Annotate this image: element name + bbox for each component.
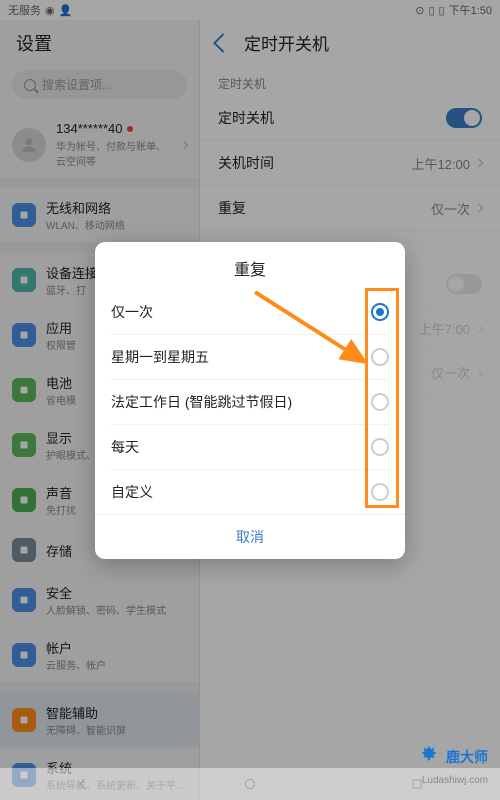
radio-option[interactable]: 每天 [111, 425, 389, 470]
radio-option[interactable]: 自定义 [111, 470, 389, 514]
dialog-title: 重复 [95, 242, 405, 290]
radio-label: 星期一到星期五 [111, 347, 209, 367]
watermark: 鹿大师 [416, 744, 488, 770]
radio-button[interactable] [371, 393, 389, 411]
radio-label: 法定工作日 (智能跳过节假日) [111, 392, 292, 412]
repeat-dialog: 重复 仅一次星期一到星期五法定工作日 (智能跳过节假日) 每天自定义 取消 [95, 242, 405, 559]
modal-overlay[interactable]: 重复 仅一次星期一到星期五法定工作日 (智能跳过节假日) 每天自定义 取消 [0, 0, 500, 800]
cancel-button[interactable]: 取消 [95, 514, 405, 559]
nav-home[interactable] [243, 777, 257, 791]
deer-icon [416, 744, 442, 770]
radio-button[interactable] [371, 303, 389, 321]
radio-button[interactable] [371, 483, 389, 501]
radio-button[interactable] [371, 348, 389, 366]
radio-option[interactable]: 法定工作日 (智能跳过节假日) [111, 380, 389, 425]
radio-option[interactable]: 仅一次 [111, 290, 389, 335]
radio-button[interactable] [371, 438, 389, 456]
radio-label: 自定义 [111, 482, 153, 502]
radio-label: 仅一次 [111, 302, 153, 322]
nav-back[interactable] [76, 777, 90, 791]
watermark-url: Ludashiwj.com [422, 775, 488, 786]
radio-option[interactable]: 星期一到星期五 [111, 335, 389, 380]
radio-label: 每天 [111, 437, 139, 457]
